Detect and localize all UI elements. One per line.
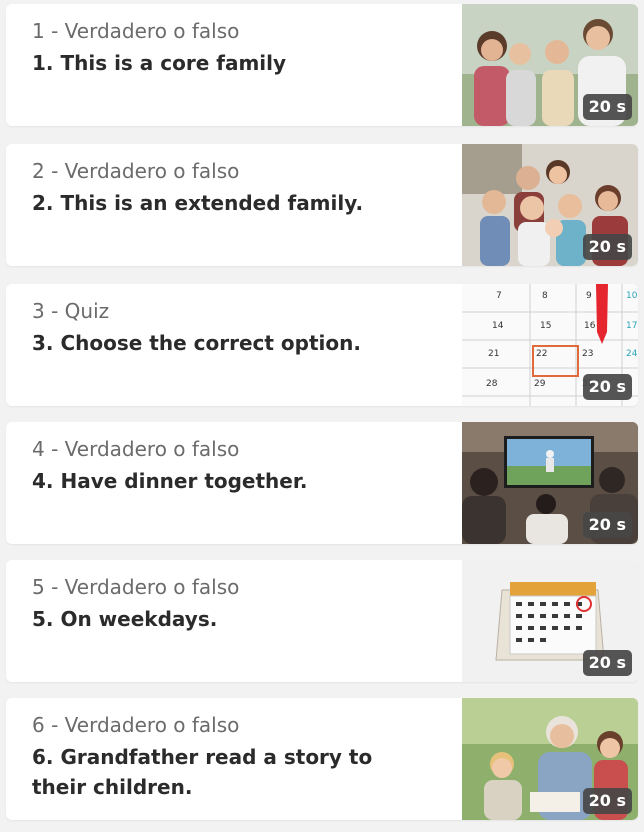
calendar-day-23: 23 bbox=[582, 349, 593, 359]
question-card-4[interactable]: 4 - Verdadero o falso 4. Have dinner tog… bbox=[6, 422, 638, 544]
calendar-day-17: 17 bbox=[626, 321, 637, 331]
question-title: 6. Grandfather read a story to their chi… bbox=[32, 745, 373, 799]
question-thumbnail: 20 s bbox=[462, 560, 638, 682]
calendar-day-10: 10 bbox=[626, 291, 638, 301]
question-type-label: 3 - Quiz bbox=[32, 299, 110, 323]
time-limit-badge: 20 s bbox=[582, 512, 632, 538]
time-limit-badge: 20 s bbox=[582, 788, 632, 814]
question-text-block: 1 - Verdadero o falso 1. This is a core … bbox=[32, 18, 432, 78]
calendar-day-21: 21 bbox=[488, 349, 499, 359]
question-text-block: 4 - Verdadero o falso 4. Have dinner tog… bbox=[32, 436, 432, 496]
question-title: 2. This is an extended family. bbox=[32, 191, 364, 215]
question-type-label: 6 - Verdadero o falso bbox=[32, 713, 240, 737]
question-thumbnail: 7 8 9 10 14 15 16 17 21 22 23 24 28 29 3… bbox=[462, 284, 638, 406]
calendar-day-7: 7 bbox=[496, 291, 502, 301]
question-type-label: 4 - Verdadero o falso bbox=[32, 437, 240, 461]
calendar-day-16: 16 bbox=[584, 321, 596, 331]
calendar-day-8: 8 bbox=[542, 291, 548, 301]
question-thumbnail: 20 s bbox=[462, 422, 638, 544]
question-title: 4. Have dinner together. bbox=[32, 469, 308, 493]
question-text-block: 5 - Verdadero o falso 5. On weekdays. bbox=[32, 574, 432, 634]
question-title: 3. Choose the correct option. bbox=[32, 331, 361, 355]
time-limit-badge: 20 s bbox=[582, 94, 632, 120]
question-title: 5. On weekdays. bbox=[32, 607, 218, 631]
calendar-day-15: 15 bbox=[540, 321, 551, 331]
question-text-block: 3 - Quiz 3. Choose the correct option. bbox=[32, 298, 432, 358]
calendar-day-24: 24 bbox=[626, 349, 638, 359]
question-card-6[interactable]: 6 - Verdadero o falso 6. Grandfather rea… bbox=[6, 698, 638, 820]
calendar-day-9: 9 bbox=[586, 291, 592, 301]
question-type-label: 5 - Verdadero o falso bbox=[32, 575, 240, 599]
time-limit-badge: 20 s bbox=[582, 374, 632, 400]
question-thumbnail: 20 s bbox=[462, 144, 638, 266]
question-card-2[interactable]: 2 - Verdadero o falso 2. This is an exte… bbox=[6, 144, 638, 266]
question-card-3[interactable]: 3 - Quiz 3. Choose the correct option. 7… bbox=[6, 284, 638, 406]
time-limit-badge: 20 s bbox=[582, 650, 632, 676]
calendar-day-22: 22 bbox=[536, 349, 547, 359]
question-title: 1. This is a core family bbox=[32, 51, 287, 75]
question-thumbnail: 20 s bbox=[462, 698, 638, 820]
question-type-label: 2 - Verdadero o falso bbox=[32, 159, 240, 183]
question-list: 1 - Verdadero o falso 1. This is a core … bbox=[0, 0, 644, 832]
calendar-day-28: 28 bbox=[486, 379, 498, 389]
time-limit-badge: 20 s bbox=[582, 234, 632, 260]
question-type-label: 1 - Verdadero o falso bbox=[32, 19, 240, 43]
calendar-day-14: 14 bbox=[492, 321, 504, 331]
calendar-day-29: 29 bbox=[534, 379, 546, 389]
question-text-block: 6 - Verdadero o falso 6. Grandfather rea… bbox=[32, 712, 432, 802]
question-card-1[interactable]: 1 - Verdadero o falso 1. This is a core … bbox=[6, 4, 638, 126]
question-thumbnail: 20 s bbox=[462, 4, 638, 126]
question-text-block: 2 - Verdadero o falso 2. This is an exte… bbox=[32, 158, 432, 218]
question-card-5[interactable]: 5 - Verdadero o falso 5. On weekdays. 20… bbox=[6, 560, 638, 682]
